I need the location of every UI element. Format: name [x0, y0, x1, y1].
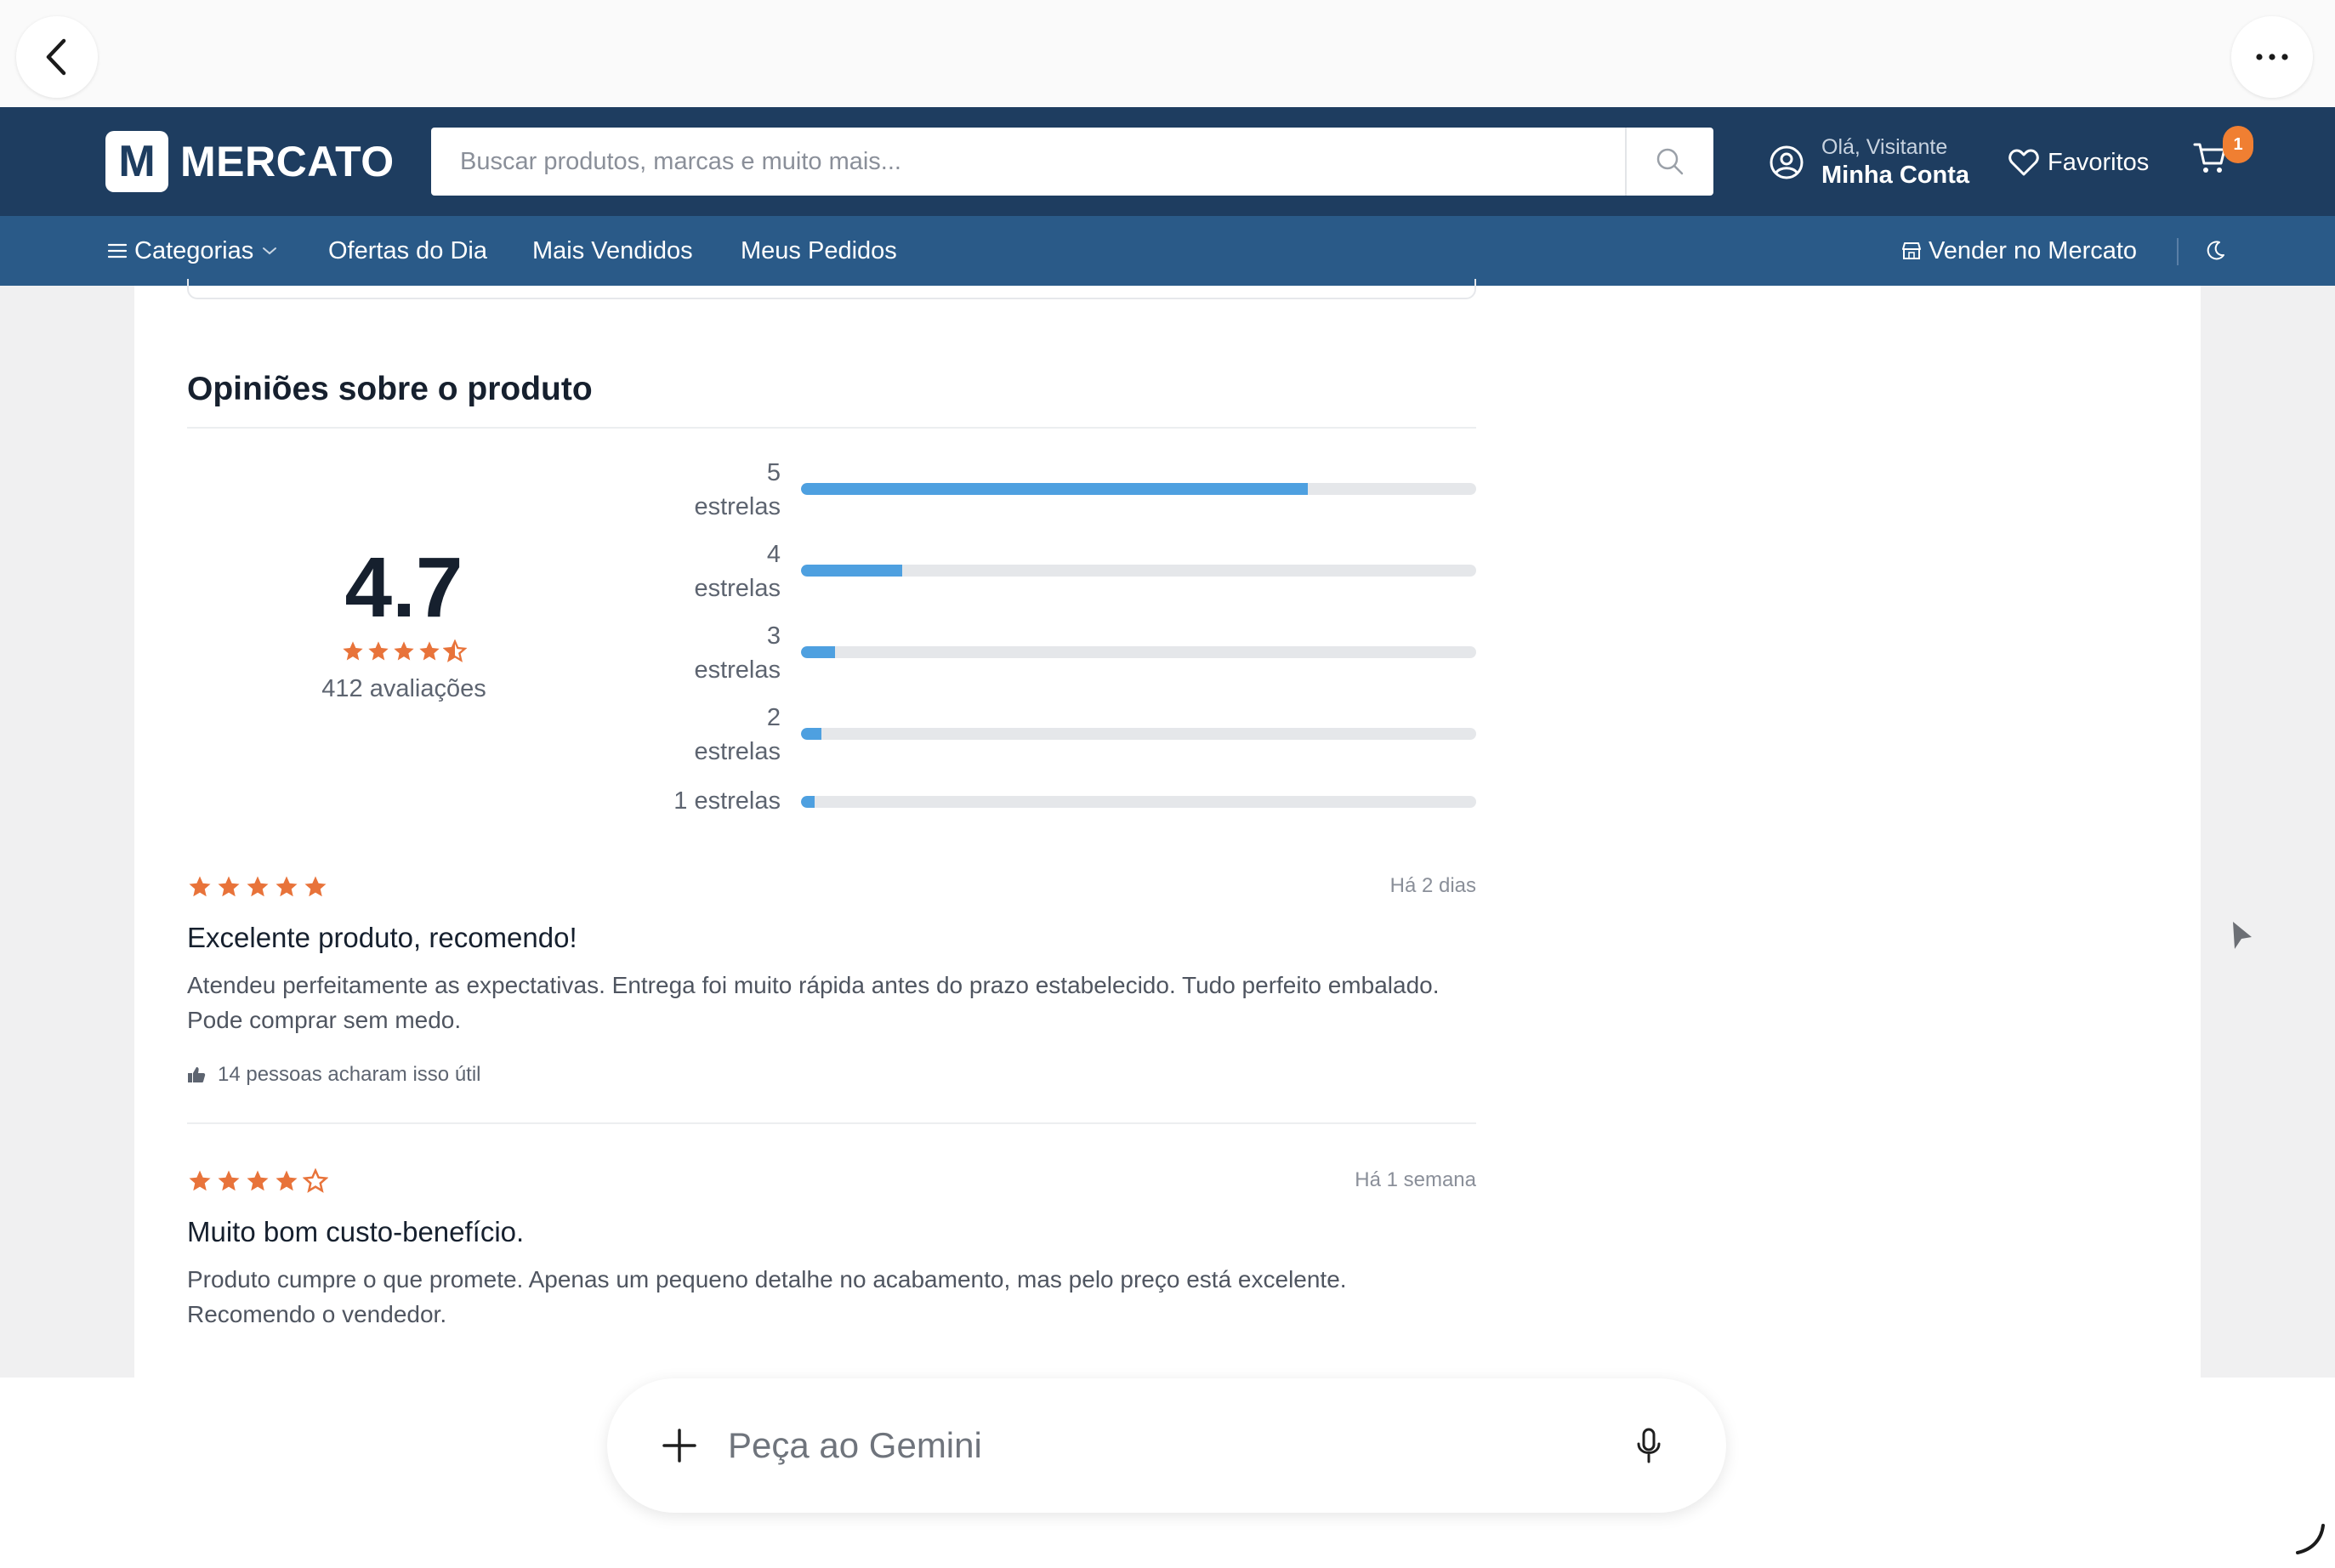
star-full-icon — [419, 641, 440, 661]
dist-label: 1 estrelas — [673, 787, 781, 815]
dist-bar-track — [801, 565, 1476, 577]
star-full-icon — [368, 641, 389, 661]
review-date: Há 1 semana — [1355, 1168, 1476, 1191]
dist-label: 4 estrelas — [694, 541, 781, 602]
back-icon — [46, 38, 66, 76]
site-header: M MERCATO Olá, Visitante Minha Conta Fav… — [0, 107, 2335, 216]
gemini-prompt-bar — [607, 1378, 1726, 1513]
star-full-icon — [394, 641, 414, 661]
moon-icon — [2207, 241, 2224, 260]
dist-bar-fill — [801, 796, 815, 808]
search-button[interactable] — [1625, 128, 1713, 196]
section-divider — [187, 427, 1476, 429]
add-button[interactable] — [650, 1416, 709, 1475]
cart-button[interactable]: 1 — [2192, 126, 2253, 187]
dist-label: 5 estrelas — [694, 459, 781, 520]
review-item: Há 2 dias Excelente produto, recomendo! … — [187, 874, 1476, 1095]
review-body: Atendeu perfeitamente as expectativas. E… — [187, 972, 1440, 1033]
review-title: Muito bom custo-benefício. — [187, 1216, 525, 1247]
average-stars — [187, 639, 621, 665]
favorites-label: Favoritos — [2048, 148, 2150, 176]
dist-bar-fill — [801, 483, 1308, 495]
nav-categories[interactable]: Categorias — [107, 216, 277, 286]
cursor-icon — [2230, 918, 2255, 957]
star-full-icon — [189, 876, 211, 897]
dist-bar-track — [801, 483, 1476, 495]
back-button[interactable] — [16, 16, 98, 98]
gemini-input[interactable] — [728, 1412, 1578, 1480]
account-label: Minha Conta — [1821, 162, 1969, 189]
menu-icon — [107, 243, 128, 258]
dist-label: 2 estrelas — [694, 704, 781, 765]
review-date: Há 2 dias — [1389, 874, 1476, 897]
dist-bar-track — [801, 646, 1476, 658]
dist-bar-fill — [801, 728, 821, 740]
review-body: Produto cumpre o que promete. Apenas um … — [187, 1266, 1347, 1327]
star-full-icon — [218, 1170, 240, 1191]
review-item: Há 1 semana Muito bom custo-benefício. P… — [187, 1168, 1476, 1355]
search-bar — [431, 128, 1713, 196]
dist-bar-fill — [801, 565, 903, 577]
mic-icon — [1637, 1428, 1661, 1463]
star-full-icon — [276, 1170, 298, 1191]
dist-bar-fill — [801, 646, 835, 658]
nav-categories-label: Categorias — [134, 236, 254, 264]
dist-bar-track — [801, 796, 1476, 808]
heart-icon — [2008, 149, 2039, 176]
nav-orders[interactable]: Meus Pedidos — [741, 216, 897, 286]
review-divider — [187, 1122, 1476, 1124]
user-icon — [1770, 145, 1804, 179]
star-full-icon — [304, 876, 327, 897]
star-half-icon — [443, 639, 467, 662]
helpful-label: 14 pessoas acharam isso útil — [218, 1063, 481, 1086]
star-empty-icon — [303, 1168, 328, 1193]
nav-sell[interactable]: Vender no Mercato — [1901, 216, 2137, 286]
mic-button[interactable] — [1619, 1416, 1679, 1475]
nav-best-sellers[interactable]: Mais Vendidos — [532, 216, 693, 286]
cart-count-badge: 1 — [2223, 126, 2253, 163]
chevron-down-icon — [263, 247, 277, 255]
dark-mode-toggle[interactable] — [2204, 216, 2226, 286]
review-stars — [187, 874, 328, 900]
thumbs-up-icon — [188, 1067, 206, 1082]
favorites-link[interactable]: Favoritos — [2008, 141, 2149, 184]
review-title: Excelente produto, recomendo! — [187, 922, 577, 953]
plus-icon — [662, 1429, 696, 1463]
nav-offers[interactable]: Ofertas do Dia — [328, 216, 487, 286]
star-full-icon — [247, 876, 269, 897]
account-menu[interactable]: Olá, Visitante Minha Conta — [1769, 133, 1969, 192]
dist-bar-track — [801, 728, 1476, 740]
reviews-panel: Opiniões sobre o produto 4.7 412 avaliaç… — [134, 279, 2201, 1378]
rating-summary: 4.7 412 avaliações — [187, 541, 621, 703]
previous-card-edge — [187, 279, 1476, 299]
star-full-icon — [343, 641, 363, 661]
category-nav: Categorias Ofertas do Dia Mais Vendidos … — [0, 216, 2335, 286]
nav-divider — [2177, 238, 2179, 265]
star-full-icon — [189, 1170, 211, 1191]
review-count: 412 avaliações — [321, 675, 486, 702]
reviews-title: Opiniões sobre o produto — [187, 371, 593, 407]
helpful-button[interactable]: 14 pessoas acharam isso útil — [187, 1063, 481, 1087]
search-input[interactable] — [431, 128, 1625, 196]
resize-handle[interactable] — [2292, 1522, 2326, 1560]
dist-label: 3 estrelas — [694, 622, 781, 684]
star-full-icon — [218, 876, 240, 897]
more-options-button[interactable] — [2231, 16, 2313, 98]
site-logo[interactable]: M MERCATO — [105, 131, 395, 192]
account-greeting: Olá, Visitante — [1821, 135, 1948, 159]
store-icon — [1902, 242, 1921, 259]
star-full-icon — [247, 1170, 269, 1191]
review-stars — [187, 1168, 328, 1194]
more-icon — [2256, 54, 2288, 60]
browser-toolbar — [0, 0, 2335, 107]
logo-mark: M — [105, 131, 168, 192]
average-score: 4.7 — [344, 540, 463, 635]
star-full-icon — [276, 876, 298, 897]
nav-sell-label: Vender no Mercato — [1929, 236, 2138, 264]
search-icon — [1656, 148, 1684, 175]
logo-text: MERCATO — [180, 138, 395, 185]
